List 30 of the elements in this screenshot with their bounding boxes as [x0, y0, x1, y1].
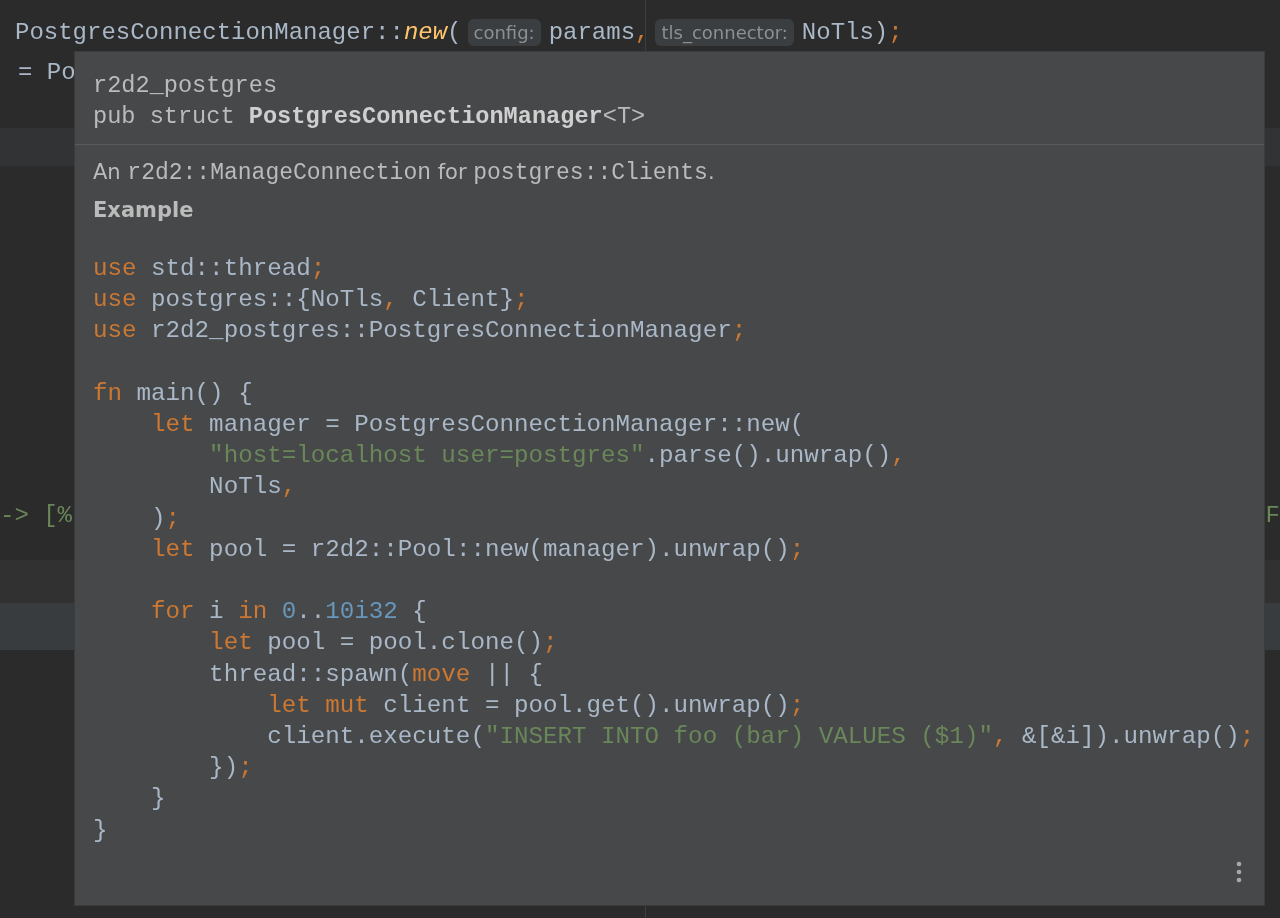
more-options-icon[interactable]: [1235, 861, 1243, 883]
code-text: F: [1265, 501, 1280, 529]
code-line: let pool = pool.clone();: [208, 628, 558, 659]
code-text: -> [%: [0, 501, 72, 529]
code-line: );: [150, 503, 181, 534]
crate-name: r2d2_postgres: [93, 71, 279, 101]
code-line: }: [93, 815, 108, 846]
inlay-hint: tls_connector:: [655, 18, 794, 46]
description-text: An r2d2::ManageConnection for postgres::Clients.: [93, 159, 716, 188]
code-line: thread::spawn(move || {: [208, 659, 543, 690]
code-line: use r2d2_postgres::PostgresConnectionManager;: [93, 316, 747, 347]
signature-text: pub struct PostgresConnectionManager<T>: [93, 102, 647, 132]
code-line: client.execute("INSERT INTO foo (bar) VALUES ($1)", &[&i]).unwrap();: [266, 722, 1255, 752]
code-text: NoTls);: [801, 18, 903, 46]
code-line: for i in 0..10i32 {: [150, 597, 427, 628]
code-line: });: [208, 753, 253, 784]
code-line: fn main() {: [93, 378, 253, 409]
code-line: let pool = r2d2::Pool::new(manager).unwrap();: [150, 534, 805, 565]
code-line: }: [150, 784, 166, 815]
code-line: let mut client = pool.get().unwrap();: [266, 690, 805, 721]
section-heading: Example: [93, 197, 195, 224]
code-line: NoTls,: [208, 472, 297, 503]
code-line: use std::thread;: [93, 254, 326, 284]
code-text: PostgresConnectionManager::new(: [15, 18, 462, 46]
code-line: use postgres::{NoTls, Client};: [93, 285, 529, 316]
code-text: = Po: [18, 58, 76, 86]
inlay-hint: config:: [467, 18, 541, 46]
code-line: let manager = PostgresConnectionManager::new(: [150, 410, 805, 440]
code-text: params,: [548, 18, 650, 46]
code-line: "host=localhost user=postgres".parse().unwrap(),: [208, 441, 906, 472]
